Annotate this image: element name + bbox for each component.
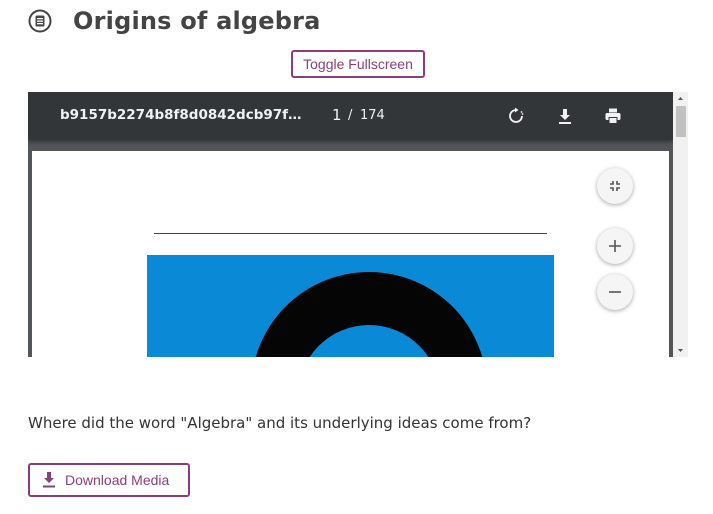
pdf-viewer[interactable]: b9157b2274b8f8d0842dcb97f5c79e… 1 / 174 <box>28 92 673 357</box>
rotate-icon[interactable] <box>506 106 526 126</box>
download-media-button[interactable]: Download Media <box>28 463 190 497</box>
pdf-toolbar: b9157b2274b8f8d0842dcb97f5c79e… 1 / 174 <box>28 92 673 140</box>
document-icon <box>28 9 52 33</box>
page-rule <box>154 233 547 234</box>
total-pages: 174 <box>360 108 385 123</box>
zoom-out-button[interactable] <box>597 274 633 310</box>
cover-image <box>147 255 554 357</box>
download-media-label: Download Media <box>65 472 170 488</box>
page-header: Origins of algebra <box>28 4 321 38</box>
page-separator: / <box>348 108 353 123</box>
fit-page-icon <box>610 181 620 191</box>
fit-page-button[interactable] <box>597 168 633 204</box>
zoom-in-icon <box>609 240 621 252</box>
pdf-filename: b9157b2274b8f8d0842dcb97f5c79e… <box>60 107 306 123</box>
scroll-down-icon[interactable] <box>673 343 688 357</box>
current-page-input[interactable]: 1 <box>332 106 342 124</box>
zoom-in-button[interactable] <box>597 228 633 264</box>
download-icon <box>43 472 55 488</box>
viewer-scrollbar[interactable] <box>673 92 688 357</box>
zoom-out-icon <box>609 291 621 293</box>
question-text: Where did the word "Algebra" and its und… <box>28 414 532 432</box>
download-icon[interactable] <box>555 106 575 126</box>
pdf-page <box>32 151 669 357</box>
print-icon[interactable] <box>603 106 623 126</box>
scroll-up-icon[interactable] <box>673 92 688 106</box>
toggle-fullscreen-button[interactable]: Toggle Fullscreen <box>291 50 425 78</box>
scrollbar-thumb[interactable] <box>676 106 686 137</box>
page-title: Origins of algebra <box>73 7 321 35</box>
